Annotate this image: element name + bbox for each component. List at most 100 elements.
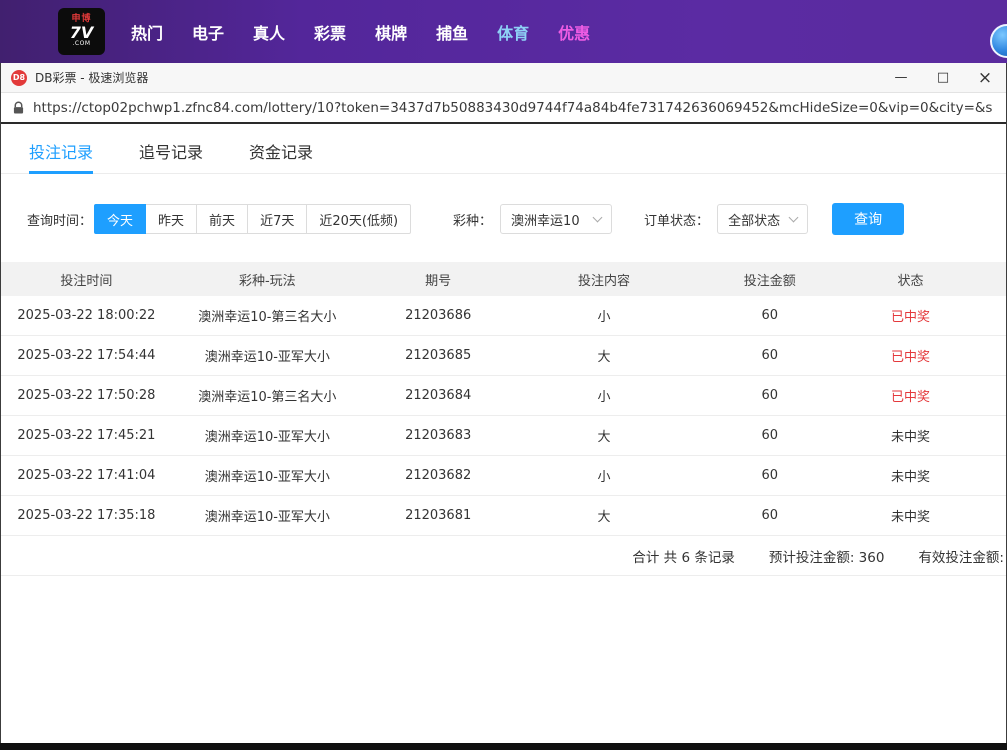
cell-amount: 60 <box>694 308 845 323</box>
cell-bet-time: 2025-03-22 17:45:21 <box>1 428 172 443</box>
table-row: 2025-03-22 17:45:21 澳洲幸运10-亚军大小 21203683… <box>1 416 1006 456</box>
url-bar[interactable]: https://ctop02pchwp1.zfnc84.com/lottery/… <box>1 93 1006 124</box>
col-header-amount: 投注金额 <box>694 270 845 289</box>
top-navigation: 申博 7V .COM 热门 电子 真人 彩票 棋牌 捕鱼 体育 优惠 <box>0 0 1007 63</box>
table-row: 2025-03-22 17:41:04 澳洲幸运10-亚军大小 21203682… <box>1 456 1006 496</box>
summary-expected-amount: 预计投注金额: 360 <box>769 546 885 566</box>
cell-bet-time: 2025-03-22 17:54:44 <box>1 348 172 363</box>
search-button[interactable]: 查询 <box>832 203 904 235</box>
table-row: 2025-03-22 17:50:28 澳洲幸运10-第三名大小 2120368… <box>1 376 1006 416</box>
cell-status: 未中奖 <box>845 506 976 525</box>
cell-game: 澳洲幸运10-亚军大小 <box>172 466 363 485</box>
col-header-issue: 期号 <box>363 270 514 289</box>
chevron-down-icon <box>789 212 799 222</box>
close-icon[interactable]: × <box>964 63 1006 92</box>
cell-game: 澳洲幸运10-第三名大小 <box>172 306 363 325</box>
time-option-last-7-days[interactable]: 近7天 <box>248 204 307 234</box>
nav-item-lottery[interactable]: 彩票 <box>314 20 346 44</box>
cell-issue: 21203681 <box>363 508 514 523</box>
cell-content: 大 <box>514 426 695 445</box>
cell-content: 大 <box>514 506 695 525</box>
cell-game: 澳洲幸运10-亚军大小 <box>172 426 363 445</box>
nav-item-live[interactable]: 真人 <box>253 20 285 44</box>
cell-bet-time: 2025-03-22 17:41:04 <box>1 468 172 483</box>
filter-bar: 查询时间： 今天 昨天 前天 近7天 近20天(低频) 彩种： 澳洲幸运10 订… <box>1 203 1006 235</box>
cell-amount: 60 <box>694 428 845 443</box>
col-header-game: 彩种-玩法 <box>172 270 363 289</box>
cell-amount: 60 <box>694 388 845 403</box>
cell-amount: 60 <box>694 468 845 483</box>
lottery-select[interactable]: 澳洲幸运10 <box>500 204 612 234</box>
cell-status: 已中奖 <box>845 386 976 405</box>
table-row: 2025-03-22 17:35:18 澳洲幸运10-亚军大小 21203681… <box>1 496 1006 536</box>
time-option-today[interactable]: 今天 <box>94 204 146 234</box>
tab-chase-records[interactable]: 追号记录 <box>139 129 203 173</box>
nav-item-hot[interactable]: 热门 <box>131 20 163 44</box>
maximize-icon[interactable]: □ <box>922 63 964 92</box>
logo-text-main: 7V <box>70 25 94 42</box>
minimize-icon[interactable]: — <box>880 63 922 92</box>
cell-amount: 60 <box>694 348 845 363</box>
time-option-yesterday[interactable]: 昨天 <box>146 204 197 234</box>
table-summary: 合计 共 6 条记录 预计投注金额: 360 有效投注金额: <box>1 536 1006 576</box>
window-controls: — □ × <box>880 63 1006 92</box>
cell-issue: 21203685 <box>363 348 514 363</box>
tab-fund-records[interactable]: 资金记录 <box>249 129 313 173</box>
summary-valid-amount: 有效投注金额: <box>918 546 1004 566</box>
cell-issue: 21203682 <box>363 468 514 483</box>
cell-amount: 60 <box>694 508 845 523</box>
cell-content: 小 <box>514 306 695 325</box>
nav-item-electronic[interactable]: 电子 <box>192 20 224 44</box>
bet-records-table: 投注时间 彩种-玩法 期号 投注内容 投注金额 状态 2025-03-22 18… <box>1 262 1006 576</box>
window-titlebar: D8 DB彩票 - 极速浏览器 — □ × <box>1 63 1006 93</box>
nav-item-board-games[interactable]: 棋牌 <box>375 20 407 44</box>
table-header-row: 投注时间 彩种-玩法 期号 投注内容 投注金额 状态 <box>1 262 1006 296</box>
window-title: DB彩票 - 极速浏览器 <box>35 69 148 86</box>
table-row: 2025-03-22 17:54:44 澳洲幸运10-亚军大小 21203685… <box>1 336 1006 376</box>
cell-content: 小 <box>514 466 695 485</box>
nav-item-promotions[interactable]: 优惠 <box>558 20 590 44</box>
cell-game: 澳洲幸运10-第三名大小 <box>172 386 363 405</box>
order-status-value: 全部状态 <box>728 210 780 229</box>
cell-game: 澳洲幸运10-亚军大小 <box>172 346 363 365</box>
app-icon: D8 <box>11 70 27 86</box>
record-tabs: 投注记录 追号记录 资金记录 <box>1 129 1006 174</box>
cell-content: 小 <box>514 386 695 405</box>
cell-game: 澳洲幸运10-亚军大小 <box>172 506 363 525</box>
time-option-last-20-days[interactable]: 近20天(低频) <box>307 204 411 234</box>
main-menu: 热门 电子 真人 彩票 棋牌 捕鱼 体育 优惠 <box>131 20 590 44</box>
lottery-filter-label: 彩种： <box>453 210 492 229</box>
cell-issue: 21203686 <box>363 308 514 323</box>
url-text[interactable]: https://ctop02pchwp1.zfnc84.com/lottery/… <box>33 100 994 116</box>
cell-status: 未中奖 <box>845 466 976 485</box>
tab-bet-records[interactable]: 投注记录 <box>29 129 93 173</box>
lottery-select-value: 澳洲幸运10 <box>511 210 580 229</box>
browser-window: D8 DB彩票 - 极速浏览器 — □ × https://ctop02pchw… <box>0 63 1007 750</box>
cell-issue: 21203684 <box>363 388 514 403</box>
window-bottom-border <box>0 743 1007 750</box>
summary-total-records: 合计 共 6 条记录 <box>632 546 734 566</box>
time-range-group: 今天 昨天 前天 近7天 近20天(低频) <box>94 204 411 234</box>
cell-content: 大 <box>514 346 695 365</box>
logo-text-suffix: .COM <box>73 41 91 47</box>
lock-icon <box>13 101 24 115</box>
cell-issue: 21203683 <box>363 428 514 443</box>
col-header-status: 状态 <box>845 270 976 289</box>
col-header-bet-time: 投注时间 <box>1 270 172 289</box>
order-status-select[interactable]: 全部状态 <box>717 204 808 234</box>
nav-item-sports[interactable]: 体育 <box>497 20 529 44</box>
cell-bet-time: 2025-03-22 17:50:28 <box>1 388 172 403</box>
cell-status: 已中奖 <box>845 306 976 325</box>
cell-bet-time: 2025-03-22 17:35:18 <box>1 508 172 523</box>
site-logo[interactable]: 申博 7V .COM <box>58 8 105 55</box>
cell-status: 已中奖 <box>845 346 976 365</box>
nav-item-fishing[interactable]: 捕鱼 <box>436 20 468 44</box>
table-row: 2025-03-22 18:00:22 澳洲幸运10-第三名大小 2120368… <box>1 296 1006 336</box>
chevron-down-icon <box>593 212 603 222</box>
customer-service-icon[interactable] <box>990 24 1007 58</box>
time-filter-label: 查询时间： <box>27 210 92 229</box>
time-option-day-before[interactable]: 前天 <box>197 204 248 234</box>
order-status-label: 订单状态： <box>644 210 709 229</box>
cell-status: 未中奖 <box>845 426 976 445</box>
col-header-content: 投注内容 <box>514 270 695 289</box>
